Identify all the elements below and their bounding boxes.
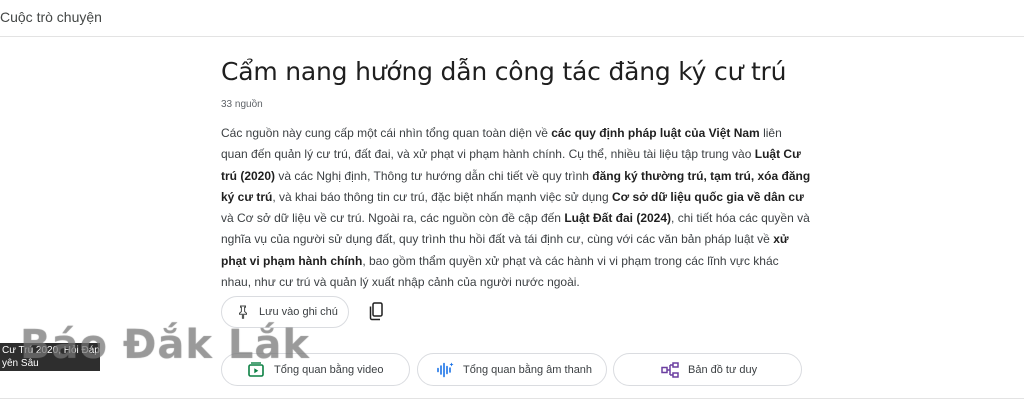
audio-overview-button[interactable]: Tổng quan bằng âm thanh <box>417 353 607 386</box>
video-overview-label: Tổng quan bằng video <box>274 363 384 376</box>
video-caption-line-2: yên Sâu <box>2 358 39 369</box>
save-to-note-label: Lưu vào ghi chú <box>259 306 338 318</box>
pin-icon <box>239 305 247 319</box>
summary-highlight: các quy định pháp luật của Việt Nam <box>551 126 760 140</box>
copy-icon <box>369 302 383 321</box>
top-bar: Cuộc trò chuyện <box>0 0 1024 37</box>
summary-text: , và khai báo thông tin cư trú, đặc biệt… <box>272 189 612 204</box>
summary-text: và các Nghị định, Thông tư hướng dẫn chi… <box>275 168 593 183</box>
audio-waveform-icon <box>437 362 454 377</box>
mind-map-label: Bản đồ tư duy <box>688 363 758 376</box>
notebook-summary: Các nguồn này cung cấp một cái nhìn tổng… <box>221 123 811 293</box>
video-caption-line-1: Cư Trú 2020, Hỏi Đáp <box>2 345 100 356</box>
copy-button[interactable] <box>366 300 388 322</box>
save-to-note-button[interactable]: Lưu vào ghi chú <box>221 296 349 328</box>
mind-map-button[interactable]: Bản đồ tư duy <box>613 353 802 386</box>
notebook-title: Cẩm nang hướng dẫn công tác đăng ký cư t… <box>221 57 787 86</box>
video-overview-icon <box>248 361 264 377</box>
source-count: 33 nguồn <box>221 99 263 110</box>
summary-text: Các nguồn này cung cấp một cái nhìn tổng… <box>221 126 552 140</box>
summary-highlight: Cơ sở dữ liệu quốc gia về dân cư <box>611 189 804 204</box>
video-caption-overlay: Cư Trú 2020, Hỏi Đáp yên Sâu <box>0 343 100 371</box>
summary-highlight: Luật Đất đai (2024) <box>564 211 672 226</box>
conversation-title: Cuộc trò chuyện <box>0 9 102 25</box>
mind-map-icon <box>661 361 679 378</box>
summary-text: và Cơ sở dữ liệu về cư trú. Ngoài ra, cá… <box>221 211 565 226</box>
notebook-overview: Cẩm nang hướng dẫn công tác đăng ký cư t… <box>221 56 811 289</box>
audio-overview-label: Tổng quan bằng âm thanh <box>463 363 593 376</box>
bottom-divider <box>0 398 1024 406</box>
video-overview-button[interactable]: Tổng quan bằng video <box>221 353 410 386</box>
